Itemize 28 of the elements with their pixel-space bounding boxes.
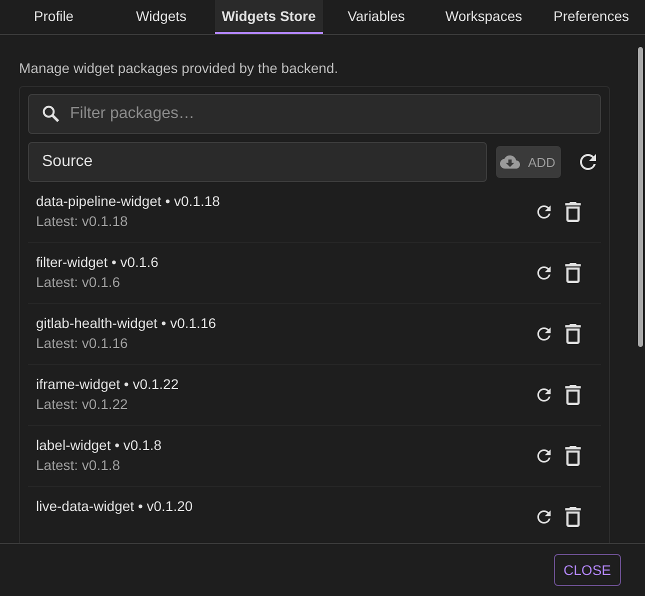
search-icon <box>42 105 60 123</box>
package-name: label-widget • v0.1.8 <box>36 437 163 453</box>
tab[interactable]: Workspaces <box>430 0 538 34</box>
package-name: live-data-widget • v0.1.20 <box>36 498 194 514</box>
filter-field[interactable]: Filter packages… <box>28 94 601 134</box>
package-name: filter-widget • v0.1.6 <box>36 254 160 270</box>
tab[interactable]: Widgets Store <box>215 0 322 34</box>
description-text: Manage widget packages provided by the backend. <box>19 60 340 76</box>
package-name: iframe-widget • v0.1.22 <box>36 376 180 392</box>
delete-icon[interactable] <box>565 263 581 283</box>
latest-version: Latest: v0.1.8 <box>36 457 122 473</box>
delete-icon[interactable] <box>565 385 581 405</box>
package-name: gitlab-health-widget • v0.1.16 <box>36 315 218 331</box>
delete-icon[interactable] <box>565 507 581 527</box>
tab[interactable]: Profile <box>0 0 108 34</box>
delete-icon[interactable] <box>565 202 581 222</box>
latest-version: Latest: v0.1.16 <box>36 335 129 351</box>
source-field[interactable]: Source <box>28 142 487 182</box>
tab[interactable]: Widgets <box>108 0 215 34</box>
delete-icon[interactable] <box>565 446 581 466</box>
close-button[interactable]: CLOSE <box>554 554 621 586</box>
package-name: data-pipeline-widget • v0.1.18 <box>36 193 221 209</box>
latest-version: Latest: v0.1.6 <box>36 274 122 290</box>
delete-icon[interactable] <box>565 324 581 344</box>
latest-version: Latest: v0.1.18 <box>36 213 129 229</box>
tab[interactable]: Variables <box>322 0 430 34</box>
latest-version: Latest: v0.1.22 <box>36 396 129 412</box>
tab[interactable]: Preferences <box>538 0 645 34</box>
